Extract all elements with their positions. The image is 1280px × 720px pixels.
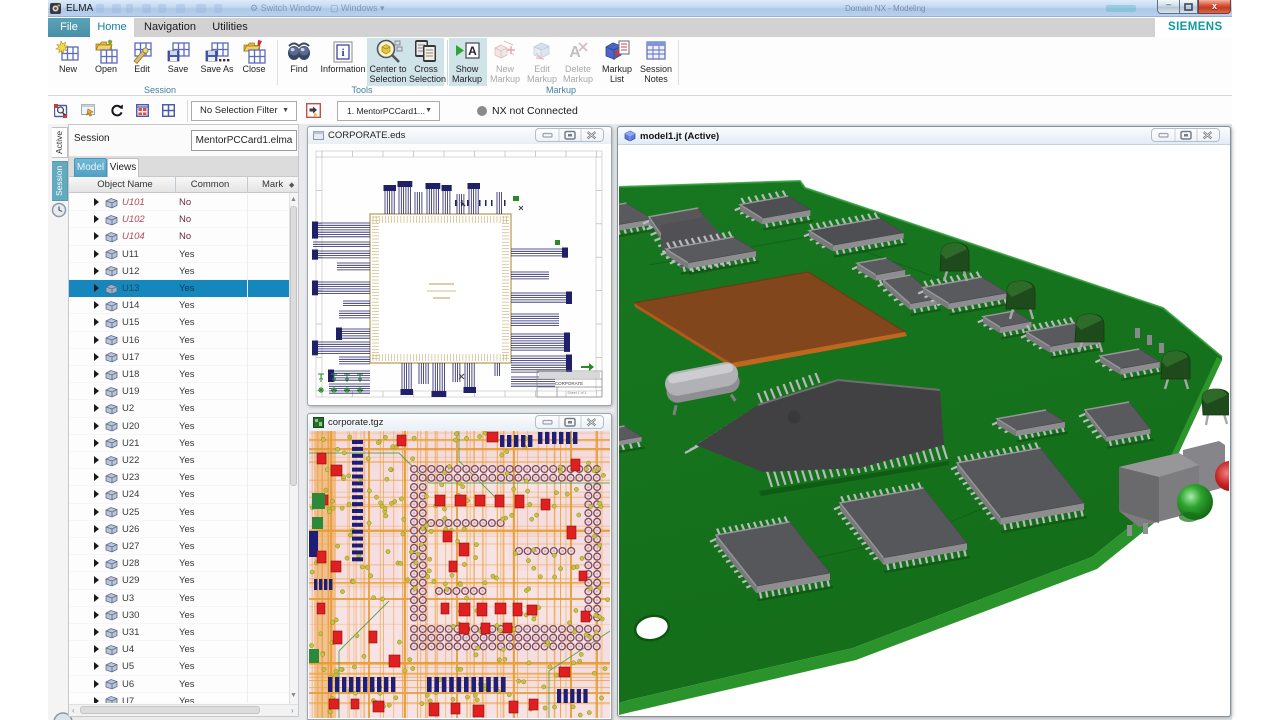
svg-text:A: A bbox=[468, 44, 477, 58]
svg-text:i: i bbox=[341, 47, 344, 59]
svg-text:Sheet 1 of 1: Sheet 1 of 1 bbox=[568, 391, 587, 395]
svg-text:CORPORATE: CORPORATE bbox=[555, 381, 583, 386]
svg-text:A: A bbox=[569, 44, 581, 61]
